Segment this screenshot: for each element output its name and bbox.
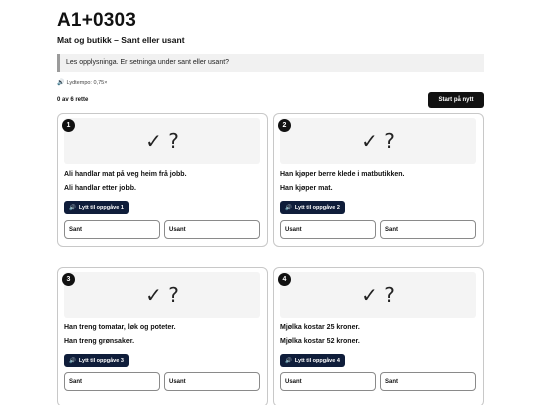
answer-button-right[interactable]: Usant — [164, 220, 260, 239]
task-card-1: ✓ ? 1 Ali handlar mat på veg heim frå jo… — [57, 113, 268, 247]
check-question-icon: ✓ ? — [361, 129, 395, 153]
answer-button-left[interactable]: Sant — [64, 220, 160, 239]
page-title: A1+0303 — [57, 10, 137, 31]
restart-button[interactable]: Start på nytt — [428, 92, 484, 108]
task-illustration: ✓ ? — [280, 118, 476, 164]
check-question-icon: ✓ ? — [361, 283, 395, 307]
task-illustration: ✓ ? — [64, 272, 260, 318]
task-claim: Han kjøper mat. — [280, 185, 333, 192]
listen-label: Lytt til oppgåve 2 — [294, 204, 340, 211]
answer-button-left[interactable]: Usant — [280, 220, 376, 239]
answer-button-right[interactable]: Sant — [380, 372, 476, 391]
task-statement: Han kjøper berre klede i matbutikken. — [280, 171, 405, 178]
task-number-badge: 3 — [62, 273, 75, 286]
speaker-icon: 🔊 — [69, 357, 76, 364]
tempo-label: Lydtempo: 0,75× — [66, 79, 108, 86]
speaker-icon: 🔊 — [285, 357, 292, 364]
task-claim: Ali handlar etter jobb. — [64, 185, 136, 192]
check-question-icon: ✓ ? — [145, 129, 179, 153]
answer-button-left[interactable]: Sant — [64, 372, 160, 391]
speaker-icon: 🔊 — [69, 204, 76, 211]
listen-button[interactable]: 🔊 Lytt til oppgåve 3 — [64, 354, 129, 367]
task-illustration: ✓ ? — [64, 118, 260, 164]
answer-button-right[interactable]: Usant — [164, 372, 260, 391]
instruction-box: Les opplysninga. Er setninga under sant … — [57, 54, 484, 72]
score-counter: 0 av 6 rette — [57, 97, 89, 103]
page-header: A1+0303 Mat og butikk – Sant eller usant… — [57, 10, 484, 108]
listen-button[interactable]: 🔊 Lytt til oppgåve 1 — [64, 201, 129, 214]
task-claim: Mjølka kostar 52 kroner. — [280, 338, 360, 345]
task-card-4: ✓ ? 4 Mjølka kostar 25 kroner. Mjølka ko… — [273, 267, 484, 405]
listen-label: Lytt til oppgåve 3 — [78, 357, 124, 364]
task-claim: Han treng grønsaker. — [64, 338, 135, 345]
answer-button-left[interactable]: Usant — [280, 372, 376, 391]
speaker-icon: 🔊 — [285, 204, 292, 211]
task-statement: Mjølka kostar 25 kroner. — [280, 324, 360, 331]
task-number-badge: 2 — [278, 119, 291, 132]
task-statement: Ali handlar mat på veg heim frå jobb. — [64, 171, 187, 178]
listen-button[interactable]: 🔊 Lytt til oppgåve 2 — [280, 201, 345, 214]
answer-button-right[interactable]: Sant — [380, 220, 476, 239]
task-card-2: ✓ ? 2 Han kjøper berre klede i matbutikk… — [273, 113, 484, 247]
audio-tempo[interactable]: 🔊 Lydtempo: 0,75× — [57, 79, 484, 87]
page-subtitle: Mat og butikk – Sant eller usant — [57, 35, 185, 45]
listen-button[interactable]: 🔊 Lytt til oppgåve 4 — [280, 354, 345, 367]
listen-label: Lytt til oppgåve 4 — [294, 357, 340, 364]
task-card-3: ✓ ? 3 Han treng tomatar, løk og poteter.… — [57, 267, 268, 405]
score-row: 0 av 6 rette Start på nytt — [57, 92, 484, 108]
check-question-icon: ✓ ? — [145, 283, 179, 307]
listen-label: Lytt til oppgåve 1 — [78, 204, 124, 211]
task-illustration: ✓ ? — [280, 272, 476, 318]
task-number-badge: 1 — [62, 119, 75, 132]
speaker-icon: 🔊 — [57, 80, 65, 86]
task-statement: Han treng tomatar, løk og poteter. — [64, 324, 176, 331]
task-number-badge: 4 — [278, 273, 291, 286]
